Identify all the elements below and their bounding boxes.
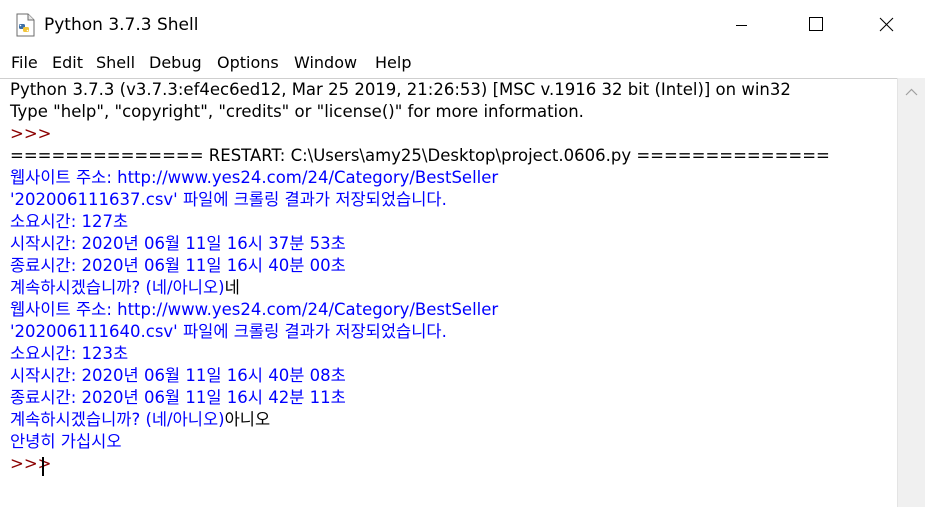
minimize-button[interactable] <box>719 0 765 50</box>
menu-window[interactable]: Window <box>294 53 357 72</box>
close-icon <box>879 17 894 32</box>
menu-file[interactable]: File <box>11 53 38 72</box>
input-prompt: 계속하시겠습니까? (네/아니오) <box>10 410 225 429</box>
shell-text-area[interactable]: Python 3.7.3 (v3.7.3:ef4ec6ed12, Mar 25 … <box>0 78 897 507</box>
window-title: Python 3.7.3 Shell <box>44 15 199 35</box>
scroll-up-button[interactable] <box>898 78 925 106</box>
maximize-button[interactable] <box>795 0 841 50</box>
banner-line: Python 3.7.3 (v3.7.3:ef4ec6ed12, Mar 25 … <box>10 80 791 99</box>
input-line: 계속하시겠습니까? (네/아니오)네 <box>10 277 240 299</box>
output-line: 시작시간: 2020년 06월 11일 16시 37분 53초 <box>10 234 346 253</box>
prompt-line: >>> <box>10 454 57 473</box>
input-line: 계속하시겠습니까? (네/아니오)아니오 <box>10 409 270 431</box>
output-line: 종료시간: 2020년 06월 11일 16시 40분 00초 <box>10 256 346 275</box>
menu-shell[interactable]: Shell <box>96 53 135 72</box>
output-line: 소요시간: 127초 <box>10 212 129 231</box>
minimize-icon <box>736 25 747 26</box>
menu-debug[interactable]: Debug <box>149 53 202 72</box>
chevron-up-icon <box>905 88 918 96</box>
idle-shell-window: Python 3.7.3 Shell File Edit Shell Debug… <box>0 0 925 507</box>
text-cursor <box>42 457 44 476</box>
menu-options[interactable]: Options <box>217 53 279 72</box>
info-line: Type "help", "copyright", "credits" or "… <box>10 102 584 121</box>
user-input: 네 <box>224 278 240 297</box>
output-line: '202006111640.csv' 파일에 크롤링 결과가 저장되었습니다. <box>10 322 447 341</box>
close-button[interactable] <box>864 0 910 50</box>
maximize-icon <box>809 17 823 31</box>
output-line: 웹사이트 주소: http://www.yes24.com/24/Categor… <box>10 168 499 187</box>
output-line: 시작시간: 2020년 06월 11일 16시 40분 08초 <box>10 366 346 385</box>
output-line: '202006111637.csv' 파일에 크롤링 결과가 저장되었습니다. <box>10 190 447 209</box>
output-line: 안녕히 가십시오 <box>10 432 122 451</box>
menu-help[interactable]: Help <box>375 53 411 72</box>
menu-bar: File Edit Shell Debug Options Window Hel… <box>0 50 925 78</box>
vertical-scrollbar[interactable] <box>897 78 925 507</box>
prompt-line: >>> <box>10 124 57 143</box>
output-line: 소요시간: 123초 <box>10 344 129 363</box>
title-bar[interactable]: Python 3.7.3 Shell <box>0 0 925 50</box>
input-prompt: 계속하시겠습니까? (네/아니오) <box>10 278 225 297</box>
user-input: 아니오 <box>224 410 271 429</box>
menu-edit[interactable]: Edit <box>52 53 83 72</box>
python-file-icon <box>14 13 36 37</box>
output-line: 웹사이트 주소: http://www.yes24.com/24/Categor… <box>10 300 499 319</box>
output-line: 종료시간: 2020년 06월 11일 16시 42분 11초 <box>10 388 346 407</box>
restart-line: ============== RESTART: C:\Users\amy25\D… <box>10 146 830 165</box>
